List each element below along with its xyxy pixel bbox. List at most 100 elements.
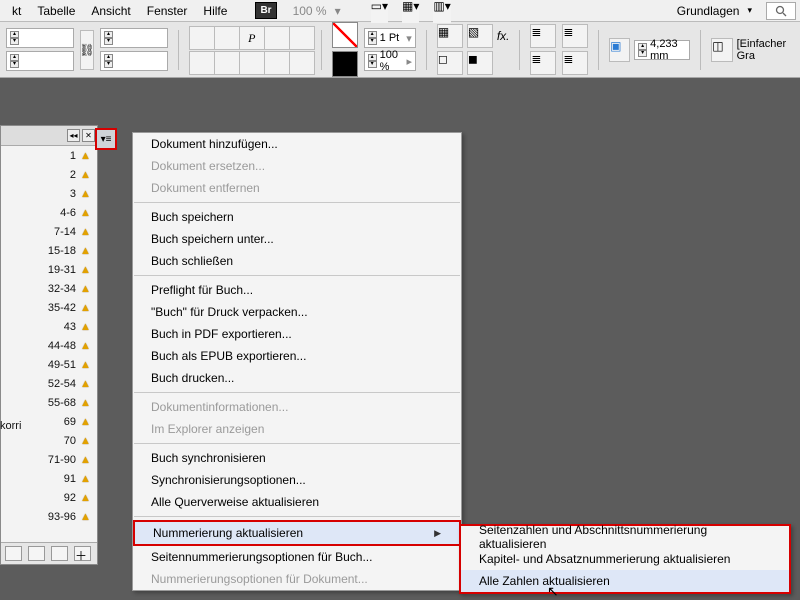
warning-icon [80,245,93,257]
print-icon[interactable] [51,546,68,561]
measurement-field[interactable]: ▴▾4,233 mm [634,40,690,60]
menu-item: Dokument ersetzen... [133,155,461,177]
menu-item[interactable]: Tabelle [29,2,83,20]
page-range-label: 71-90 [40,454,76,466]
tool-icon[interactable] [264,51,290,75]
tool-icon[interactable] [289,51,315,75]
menu-item[interactable]: Buch schließen [133,250,461,272]
menu-item[interactable]: "Buch" für Druck verpacken... [133,301,461,323]
book-row[interactable]: 44-48 [1,336,97,355]
menu-item[interactable]: Dokument hinzufügen... [133,133,461,155]
menu-item[interactable]: kt [4,2,29,20]
book-row[interactable]: 71-90 [1,450,97,469]
bridge-icon[interactable]: Br [255,2,276,19]
menu-item[interactable]: Buch speichern unter... [133,228,461,250]
corner-options-icon[interactable]: ◫ [711,38,732,62]
book-row[interactable]: 35-42 [1,298,97,317]
view-options-icon[interactable]: ▥▾ [433,0,450,23]
book-row[interactable]: 93-96 [1,507,97,526]
warning-icon [80,302,93,314]
menu-item[interactable]: Synchronisierungsoptionen... [133,469,461,491]
zoom-level[interactable]: 100 % [293,4,327,18]
fx-icon[interactable]: fx. [497,29,510,43]
submenu-item[interactable]: Alle Zahlen aktualisieren [461,570,789,592]
menu-item-label: Buch synchronisieren [151,451,266,465]
effects-icon[interactable]: ▧ [467,24,493,48]
w-field[interactable]: ▴▾ [100,28,168,48]
opacity-field[interactable]: ▴▾100 %▸ [364,51,416,71]
book-row[interactable]: 70 [1,431,97,450]
arrange-icon[interactable]: ▦▾ [402,0,419,23]
sync-icon[interactable] [5,546,22,561]
book-row[interactable]: 55-68 [1,393,97,412]
menu-item[interactable]: Alle Querverweise aktualisieren [133,491,461,513]
workspace-switcher[interactable]: Grundlagen▾ [669,2,760,20]
tool-icon[interactable] [189,51,215,75]
fill-swatch-icon[interactable] [332,51,358,77]
panel-collapse-icon[interactable]: ◂◂ [67,129,80,142]
tool-icon[interactable] [264,26,290,50]
menu-item-label: Im Explorer anzeigen [151,422,264,436]
save-icon[interactable] [28,546,45,561]
book-row[interactable]: 52-54 [1,374,97,393]
effects-icon[interactable]: ◼ [467,51,493,75]
text-wrap-icon[interactable]: ≣ [530,51,556,75]
menu-item-label: Buch in PDF exportieren... [151,327,292,341]
effects-icon[interactable]: ◻ [437,51,463,75]
menu-item[interactable]: Buch drucken... [133,367,461,389]
menu-item[interactable]: Seitennummerierungsoptionen für Buch... [133,546,461,568]
tool-icon[interactable] [214,51,240,75]
screen-mode-icon[interactable]: ▭▾ [371,0,388,23]
menu-item-label: Buch speichern [151,210,234,224]
book-row[interactable]: 49-51 [1,355,97,374]
h-field[interactable]: ▴▾ [100,51,168,71]
menu-item[interactable]: Hilfe [195,2,235,20]
text-wrap-icon[interactable]: ≣ [562,24,588,48]
menu-item[interactable]: Buch in PDF exportieren... [133,323,461,345]
panel-flyout-menu-button[interactable]: ▾≡ [95,128,117,150]
warning-icon [80,492,93,504]
submenu-item[interactable]: Seitenzahlen und Abschnittsnummerierung … [461,526,789,548]
tool-icon[interactable] [214,26,240,50]
warning-icon [80,321,93,333]
y-position-field[interactable]: ▴▾ [6,51,74,71]
style-dropdown[interactable]: [Einfacher Gra [737,38,794,62]
menu-item[interactable]: Nummerierung aktualisieren▶ [135,522,459,544]
book-row[interactable]: 92 [1,488,97,507]
menu-item[interactable]: Ansicht [83,2,138,20]
menu-item[interactable]: Fenster [139,2,196,20]
menu-item[interactable]: Buch speichern [133,206,461,228]
book-row[interactable]: 3 [1,184,97,203]
book-row[interactable]: 43 [1,317,97,336]
book-row[interactable]: 19-31 [1,260,97,279]
book-row[interactable]: 15-18 [1,241,97,260]
menu-item[interactable]: Preflight für Buch... [133,279,461,301]
frame-fit-icon[interactable]: ▣ [609,38,630,62]
stroke-weight-field[interactable]: ▴▾1 Pt▾ [364,28,416,48]
tool-icon[interactable] [239,51,265,75]
book-document-list[interactable]: 1234-67-1415-1819-3132-3435-424344-4849-… [1,146,97,542]
menu-item[interactable]: Buch synchronisieren [133,447,461,469]
link-icon[interactable]: ⛓ [80,30,94,70]
search-input[interactable] [766,2,796,20]
tool-icon[interactable]: P [239,26,265,50]
menu-item[interactable]: Buch als EPUB exportieren... [133,345,461,367]
tool-icon[interactable] [189,26,215,50]
book-row[interactable]: 4-6 [1,203,97,222]
book-row[interactable]: 91 [1,469,97,488]
x-position-field[interactable]: ▴▾ [6,28,74,48]
tool-icon[interactable] [289,26,315,50]
stroke-none-icon[interactable] [332,22,358,48]
book-row[interactable]: 1 [1,146,97,165]
warning-icon [80,473,93,485]
add-doc-icon[interactable]: ＋ [74,546,91,561]
book-row[interactable]: 7-14 [1,222,97,241]
book-row[interactable]: 2 [1,165,97,184]
book-row[interactable]: 32-34 [1,279,97,298]
text-wrap-icon[interactable]: ≣ [562,51,588,75]
effects-icon[interactable]: ▦ [437,24,463,48]
panel-close-icon[interactable]: ✕ [82,129,95,142]
menu-item-label: Synchronisierungsoptionen... [151,473,306,487]
submenu-item[interactable]: Kapitel- und Absatznummerierung aktualis… [461,548,789,570]
text-wrap-icon[interactable]: ≣ [530,24,556,48]
